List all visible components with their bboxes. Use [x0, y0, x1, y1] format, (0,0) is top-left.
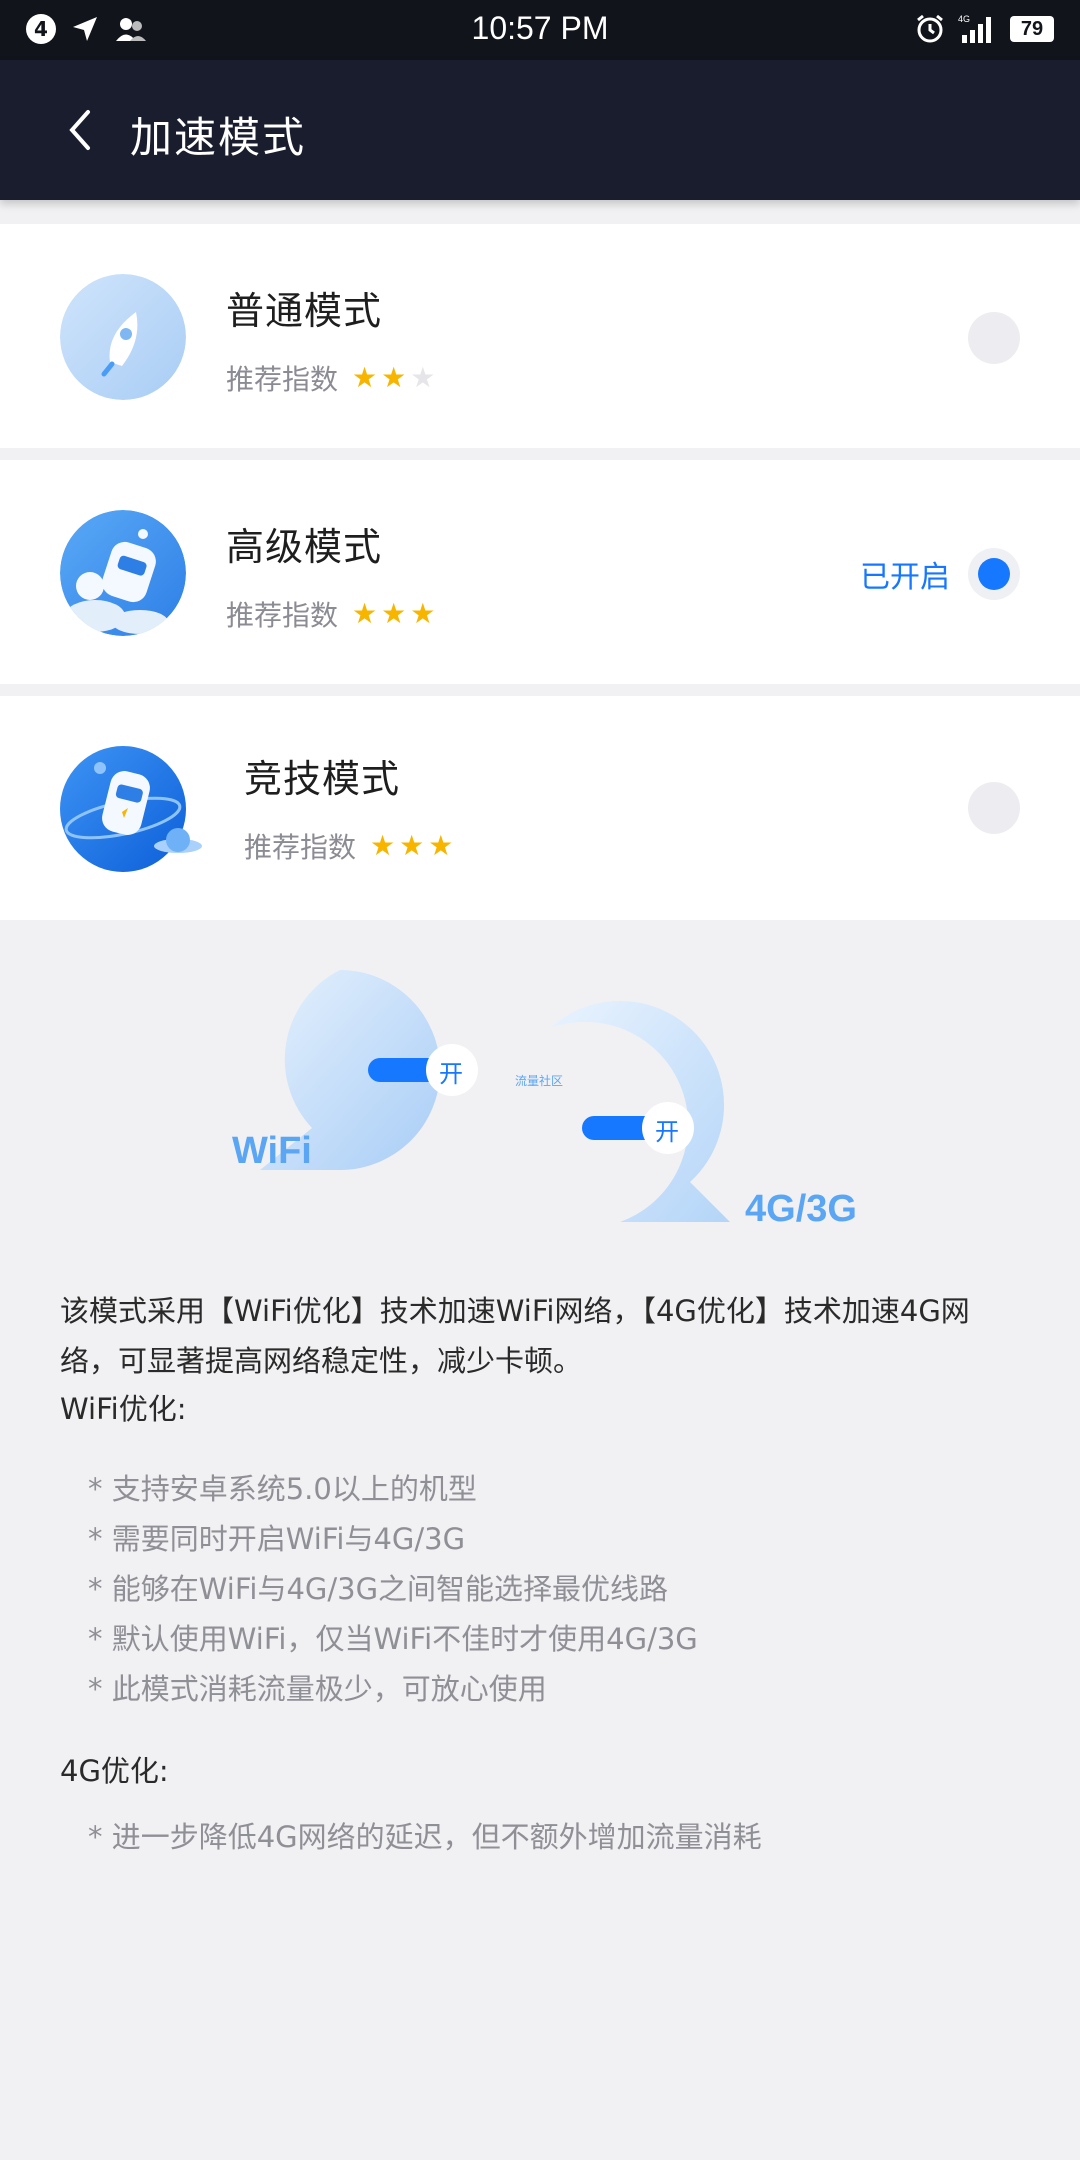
svg-text:4G: 4G — [958, 14, 970, 24]
mode-rating: 推荐指数 ★ ★ ★ — [226, 594, 435, 634]
page-title: 加速模式 — [130, 113, 307, 162]
star-rating: ★ ★ ★ — [352, 600, 435, 628]
star-filled-icon: ★ — [399, 829, 425, 862]
mode-radio-competitive[interactable] — [968, 782, 1020, 834]
rating-label: 推荐指数 — [226, 363, 339, 396]
mode-card-competitive[interactable]: 竞技模式 推荐指数 ★ ★ ★ — [0, 696, 1080, 920]
signal-strength-icon: 4G — [958, 14, 991, 43]
alarm-clock-icon — [917, 14, 943, 43]
enabled-status: 已开启 — [860, 560, 950, 595]
rating-label: 推荐指数 — [226, 599, 339, 632]
star-empty-icon: ★ — [410, 361, 436, 394]
mobile-network-label: 4G/3G — [745, 1188, 857, 1230]
network-illustration: 开 开 WiFi 4G/3G 流量社区 — [220, 960, 880, 1240]
mode-name: 普通模式 — [226, 289, 383, 333]
mode-rating: 推荐指数 ★ ★ ★ — [244, 826, 453, 866]
star-filled-icon: ★ — [410, 597, 436, 630]
mode-name: 竞技模式 — [244, 757, 401, 801]
wifi-section-title: WiFi优化: — [60, 1392, 187, 1426]
robot-planet-icon — [60, 746, 202, 872]
status-bar: 4 10:57 PM 4G 79 — [0, 0, 1080, 60]
star-rating: ★ ★ ★ — [370, 832, 453, 860]
list-item: 支持安卓系统5.0以上的机型 — [88, 1464, 698, 1514]
back-button[interactable] — [58, 104, 104, 156]
list-item: 能够在WiFi与4G/3G之间智能选择最优线路 — [88, 1564, 698, 1614]
list-item: 默认使用WiFi，仅当WiFi不佳时才使用4G/3G — [88, 1614, 698, 1664]
star-filled-icon: ★ — [370, 829, 396, 862]
mode-radio-advanced[interactable] — [968, 548, 1020, 600]
mode-card-normal[interactable]: 普通模式 推荐指数 ★ ★ ★ — [0, 224, 1080, 448]
robot-icon — [60, 510, 186, 636]
watermark: 流量社区 — [515, 1074, 564, 1088]
list-item: 进一步降低4G网络的延迟，但不额外增加流量消耗 — [88, 1812, 762, 1862]
list-item: 此模式消耗流量极少，可放心使用 — [88, 1664, 698, 1714]
rocket-icon — [60, 274, 186, 400]
star-filled-icon: ★ — [352, 361, 378, 394]
star-filled-icon: ★ — [428, 829, 454, 862]
app-header: 加速模式 — [0, 60, 1080, 200]
star-filled-icon: ★ — [352, 597, 378, 630]
star-filled-icon: ★ — [381, 597, 407, 630]
list-item: 需要同时开启WiFi与4G/3G — [88, 1514, 698, 1564]
star-rating: ★ ★ ★ — [352, 364, 435, 392]
4g-feature-list: 进一步降低4G网络的延迟，但不额外增加流量消耗 — [88, 1812, 762, 1862]
mode-rating: 推荐指数 ★ ★ ★ — [226, 358, 435, 398]
4g-section-title: 4G优化: — [60, 1754, 169, 1788]
star-filled-icon: ★ — [381, 361, 407, 394]
toggle-on-label-wifi: 开 — [439, 1060, 463, 1088]
mode-description: 该模式采用【WiFi优化】技术加速WiFi网络，【4G优化】技术加速4G网络，可… — [60, 1294, 970, 1378]
battery-indicator: 79 — [1010, 16, 1054, 42]
mode-card-advanced[interactable]: 高级模式 推荐指数 ★ ★ ★ 已开启 — [0, 460, 1080, 684]
mode-name: 高级模式 — [226, 525, 383, 569]
wifi-feature-list: 支持安卓系统5.0以上的机型 需要同时开启WiFi与4G/3G 能够在WiFi与… — [88, 1464, 698, 1714]
status-right: 4G 79 — [914, 13, 1054, 45]
toggle-on-label-mobile: 开 — [655, 1118, 679, 1146]
wifi-label: WiFi — [232, 1130, 312, 1172]
rating-label: 推荐指数 — [244, 831, 357, 864]
mode-radio-normal[interactable] — [968, 312, 1020, 364]
